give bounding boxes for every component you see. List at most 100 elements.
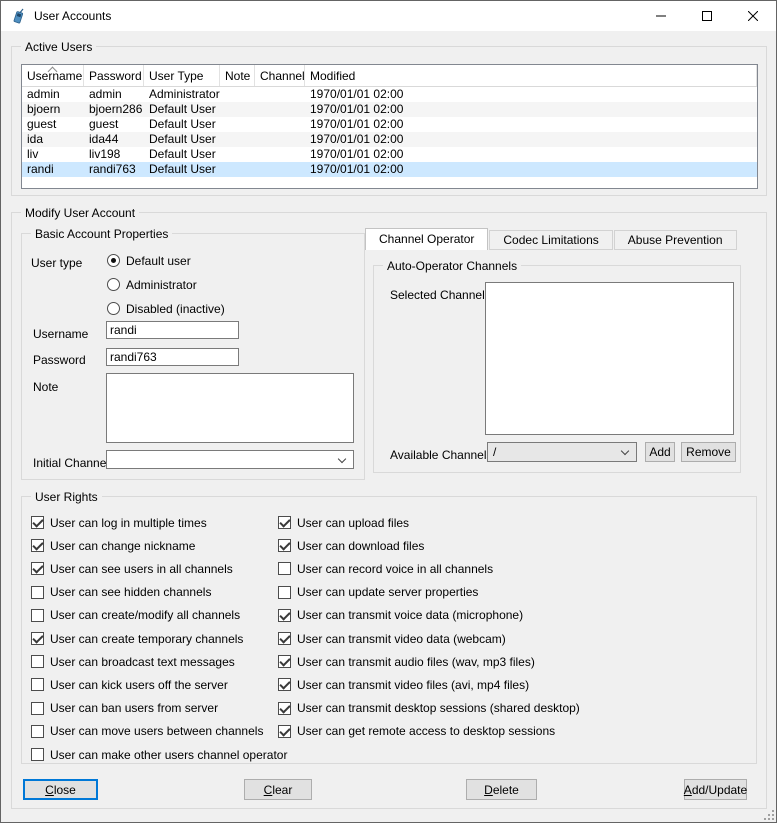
chevron-down-icon [338, 455, 346, 463]
chevron-down-icon [621, 447, 629, 455]
cell: Default User [144, 162, 220, 177]
cell: 1970/01/01 02:00 [305, 132, 757, 147]
remove-button[interactable]: Remove [681, 442, 736, 462]
selected-channels-listbox[interactable] [485, 282, 734, 435]
user-type-label: User type [31, 256, 82, 270]
checkbox-user-can-download-files[interactable]: User can download files [278, 538, 424, 553]
app-icon [10, 8, 26, 24]
resize-grip[interactable] [764, 810, 775, 821]
checkbox-user-can-create-modify-all-channels[interactable]: User can create/modify all channels [31, 608, 240, 623]
checkbox-user-can-see-hidden-channels[interactable]: User can see hidden channels [31, 585, 211, 600]
cell: Default User [144, 117, 220, 132]
cell [220, 132, 255, 147]
radio-label: Default user [126, 254, 191, 268]
column-header-modified[interactable]: Modified [305, 65, 757, 86]
checkbox-user-can-see-users-in-all-channels[interactable]: User can see users in all channels [31, 561, 233, 576]
tab-channel-operator[interactable]: Channel Operator [365, 228, 488, 250]
table-row-admin[interactable]: adminadminAdministrator1970/01/01 02:00 [22, 87, 757, 102]
cell: guest [22, 117, 84, 132]
radio-label: Disabled (inactive) [126, 302, 225, 316]
cell: bjoern286 [84, 102, 144, 117]
cell: liv [22, 147, 84, 162]
checkbox-user-can-get-remote-access-to-desktop-sessions[interactable]: User can get remote access to desktop se… [278, 724, 555, 739]
cell: 1970/01/01 02:00 [305, 102, 757, 117]
table-row-bjoern[interactable]: bjoernbjoern286Default User1970/01/01 02… [22, 102, 757, 117]
cell [255, 162, 305, 177]
checkbox-user-can-transmit-voice-data-microphone[interactable]: User can transmit voice data (microphone… [278, 608, 523, 623]
checkbox-user-can-change-nickname[interactable]: User can change nickname [31, 538, 195, 553]
checkbox-icon [31, 539, 44, 552]
checkbox-user-can-update-server-properties[interactable]: User can update server properties [278, 585, 478, 600]
table-row-guest[interactable]: guestguestDefault User1970/01/01 02:00 [22, 117, 757, 132]
checkbox-label: User can change nickname [50, 539, 195, 553]
checkbox-icon [278, 702, 291, 715]
checkbox-label: User can broadcast text messages [50, 655, 235, 669]
cell [220, 87, 255, 102]
checkbox-user-can-transmit-desktop-sessions-shared-desktop[interactable]: User can transmit desktop sessions (shar… [278, 701, 580, 716]
column-header-password[interactable]: Password [84, 65, 144, 86]
table-row-liv[interactable]: livliv198Default User1970/01/01 02:00 [22, 147, 757, 162]
title-bar[interactable]: User Accounts [1, 1, 776, 31]
checkbox-user-can-record-voice-in-all-channels[interactable]: User can record voice in all channels [278, 561, 493, 576]
close-icon [748, 11, 758, 21]
cell [255, 102, 305, 117]
checkbox-icon [278, 632, 291, 645]
checkbox-label: User can create temporary channels [50, 632, 243, 646]
maximize-button[interactable] [684, 1, 730, 31]
checkbox-icon [31, 655, 44, 668]
modify-user-account-group-label: Modify User Account [21, 206, 139, 220]
tab-abuse-prevention[interactable]: Abuse Prevention [614, 230, 737, 250]
checkbox-label: User can create/modify all channels [50, 608, 240, 622]
add-update-button[interactable]: Add/Update [684, 779, 747, 800]
checkbox-label: User can download files [297, 539, 424, 553]
checkbox-user-can-upload-files[interactable]: User can upload files [278, 515, 409, 530]
close-window-button[interactable] [730, 1, 776, 31]
column-header-note[interactable]: Note [220, 65, 255, 86]
checkbox-icon [31, 748, 44, 761]
radio-default-user[interactable]: Default user [107, 253, 191, 268]
column-header-username[interactable]: Username [22, 65, 84, 86]
radio-administrator[interactable]: Administrator [107, 277, 197, 292]
available-channels-label: Available Channels [390, 448, 493, 462]
radio-icon [107, 254, 120, 267]
checkbox-user-can-log-in-multiple-times[interactable]: User can log in multiple times [31, 515, 207, 530]
initial-channel-label: Initial Channel [33, 456, 109, 470]
radio-disabled-inactive[interactable]: Disabled (inactive) [107, 301, 225, 316]
cell: liv198 [84, 147, 144, 162]
checkbox-user-can-transmit-audio-files-wav-mp3-files[interactable]: User can transmit audio files (wav, mp3 … [278, 654, 535, 669]
table-row-randi[interactable]: randirandi763Default User1970/01/01 02:0… [22, 162, 757, 177]
add-button[interactable]: Add [645, 442, 675, 462]
column-header-channel[interactable]: Channel [255, 65, 305, 86]
cell: admin [22, 87, 84, 102]
table-body: adminadminAdministrator1970/01/01 02:00b… [22, 87, 757, 177]
checkbox-user-can-transmit-video-data-webcam[interactable]: User can transmit video data (webcam) [278, 631, 506, 646]
checkbox-user-can-move-users-between-channels[interactable]: User can move users between channels [31, 724, 263, 739]
table-row-ida[interactable]: idaida44Default User1970/01/01 02:00 [22, 132, 757, 147]
username-input[interactable] [106, 321, 239, 339]
tab-codec-limitations[interactable]: Codec Limitations [489, 230, 612, 250]
checkbox-label: User can upload files [297, 516, 409, 530]
checkbox-user-can-ban-users-from-server[interactable]: User can ban users from server [31, 701, 218, 716]
initial-channel-combobox[interactable] [106, 450, 354, 469]
note-textarea[interactable] [106, 373, 354, 443]
password-label: Password [33, 353, 86, 367]
password-input[interactable] [106, 348, 239, 366]
checkbox-icon [31, 609, 44, 622]
user-accounts-window: User Accounts Active Users UsernamePassw… [0, 0, 777, 823]
checkbox-user-can-create-temporary-channels[interactable]: User can create temporary channels [31, 631, 243, 646]
checkbox-user-can-make-other-users-channel-operator[interactable]: User can make other users channel operat… [31, 747, 287, 762]
radio-label: Administrator [126, 278, 197, 292]
cell [220, 102, 255, 117]
delete-button[interactable]: Delete [466, 779, 537, 800]
checkbox-user-can-transmit-video-files-avi-mp4-files[interactable]: User can transmit video files (avi, mp4 … [278, 677, 529, 692]
clear-button[interactable]: Clear [244, 779, 312, 800]
checkbox-label: User can see users in all channels [50, 562, 233, 576]
cell [255, 132, 305, 147]
minimize-button[interactable] [638, 1, 684, 31]
close-button[interactable]: Close [23, 779, 98, 800]
available-channels-combobox[interactable]: / [487, 442, 637, 462]
cell [220, 162, 255, 177]
checkbox-user-can-kick-users-off-the-server[interactable]: User can kick users off the server [31, 677, 228, 692]
checkbox-user-can-broadcast-text-messages[interactable]: User can broadcast text messages [31, 654, 235, 669]
column-header-user-type[interactable]: User Type [144, 65, 220, 86]
